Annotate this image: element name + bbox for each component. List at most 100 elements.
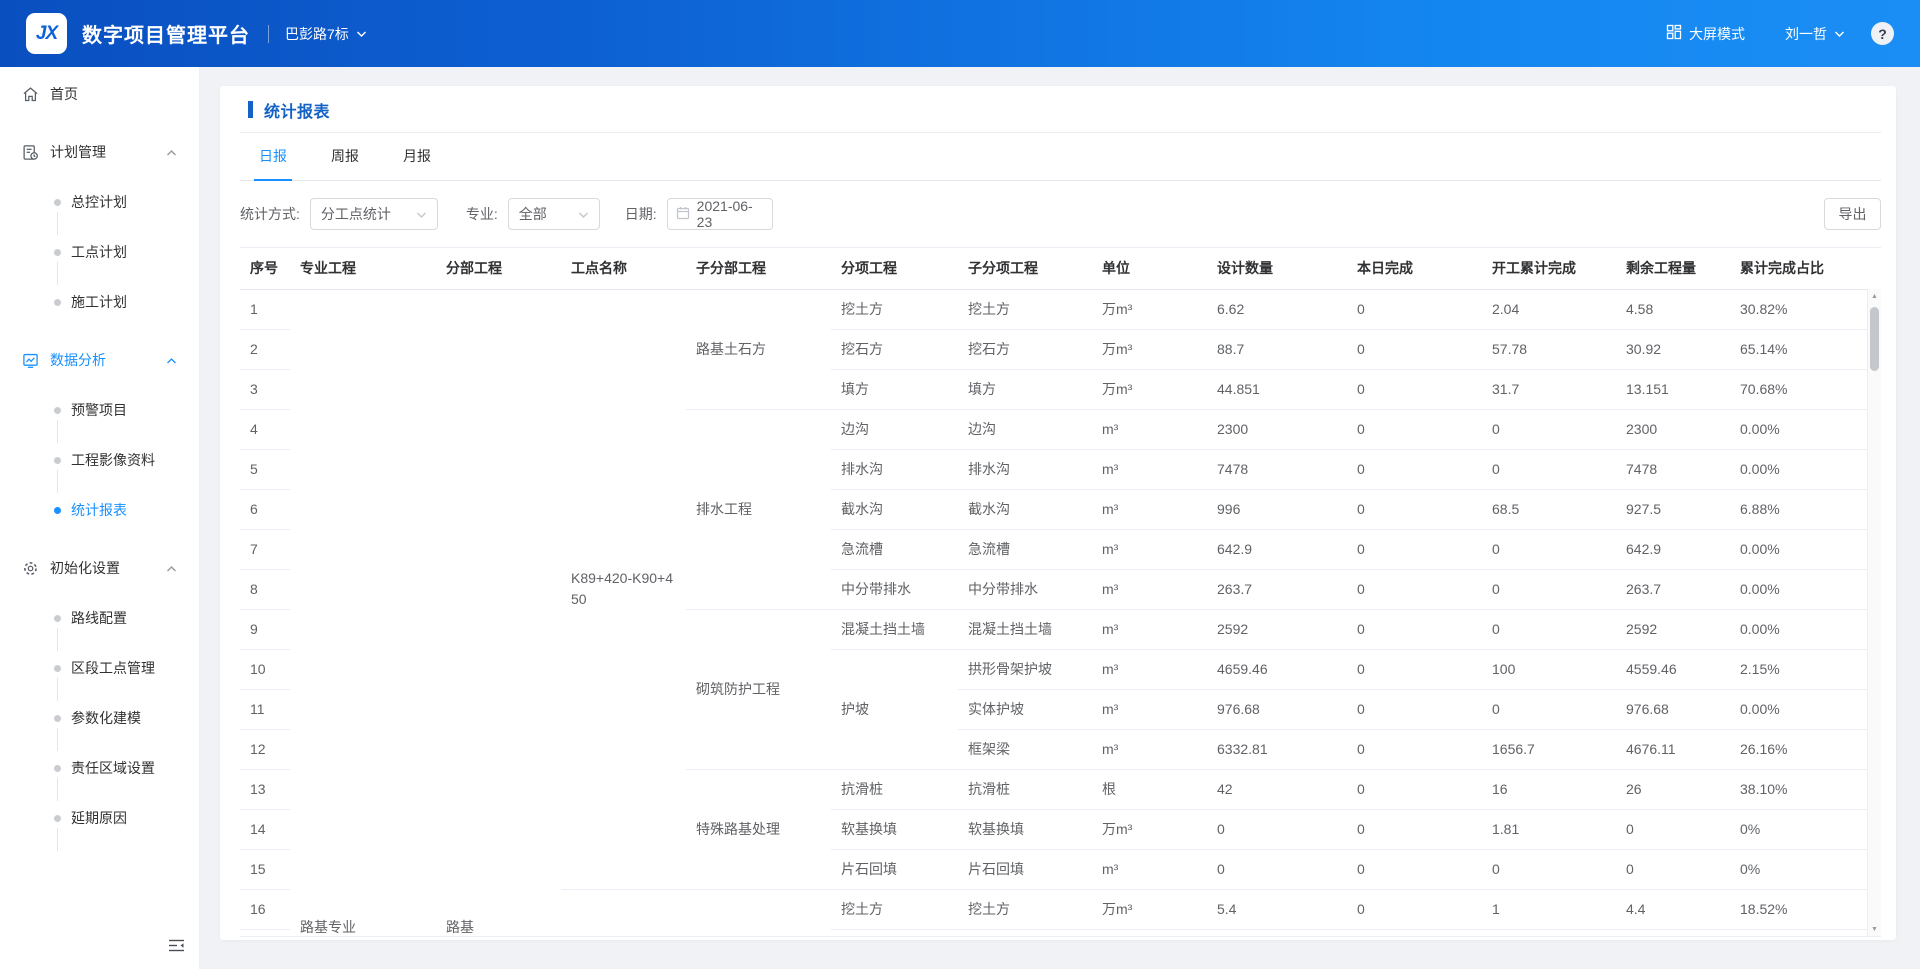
table-cell: 实体护坡: [958, 689, 1092, 729]
sidebar-subitem[interactable]: 预警项目: [0, 385, 199, 435]
sidebar-subitem[interactable]: 责任区域设置: [0, 743, 199, 793]
gear-icon: [22, 560, 39, 577]
table-cell: 5: [240, 449, 290, 489]
sidebar-collapse-button[interactable]: [168, 938, 185, 958]
table-cell: m³: [1092, 649, 1207, 689]
filter-bar: 统计方式: 分工点统计 专业: 全部 日期:: [240, 198, 1881, 230]
sidebar-item-plan[interactable]: 计划管理: [0, 127, 199, 177]
table-cell: 70.68%: [1730, 369, 1881, 409]
table-cell: 框架梁: [958, 729, 1092, 769]
tab-日报[interactable]: 日报: [254, 133, 292, 181]
sidebar-menu: 首页计划管理总控计划工点计划施工计划数据分析预警项目工程影像资料统计报表初始化设…: [0, 69, 199, 843]
stat-method-select[interactable]: 分工点统计: [310, 198, 438, 230]
table-cell: 2592: [1616, 609, 1730, 649]
table-cell: 2.04: [1482, 289, 1616, 329]
sidebar-item-init[interactable]: 初始化设置: [0, 543, 199, 593]
table-cell: 0: [1347, 769, 1482, 809]
column-header: 累计完成占比: [1730, 248, 1881, 289]
major-select[interactable]: 全部: [508, 198, 600, 230]
table-cell: 边沟: [831, 409, 958, 449]
sidebar-subitem[interactable]: 总控计划: [0, 177, 199, 227]
table-cell: 1: [1482, 889, 1616, 929]
table-cell: 4: [240, 409, 290, 449]
sidebar-subitem-label: 预警项目: [71, 400, 127, 420]
sidebar-item-analysis[interactable]: 数据分析: [0, 335, 199, 385]
table-cell: 挖土方: [958, 289, 1092, 329]
table-cell: 排水沟: [831, 449, 958, 489]
table-cell: m³: [1092, 569, 1207, 609]
table-cell: 976.68: [1207, 689, 1347, 729]
table-cell: 0: [1347, 329, 1482, 369]
table-cell: 0: [1347, 409, 1482, 449]
chevron-down-icon: [578, 206, 589, 222]
table-cell: 路基专业: [290, 289, 436, 937]
table-cell: 特殊路基处理: [686, 769, 831, 889]
table-cell: 填方: [958, 369, 1092, 409]
table-cell: 7478: [1207, 449, 1347, 489]
scroll-down-arrow-icon[interactable]: ▼: [1868, 922, 1881, 936]
table-header-row: 序号专业工程分部工程工点名称子分部工程分项工程子分项工程单位设计数量本日完成开工…: [240, 248, 1881, 289]
table-cell: m³: [1092, 849, 1207, 889]
table-cell: 8: [240, 569, 290, 609]
sidebar-subitem[interactable]: 区段工点管理: [0, 643, 199, 693]
table-cell: 3: [240, 369, 290, 409]
bullet-icon: [54, 507, 61, 514]
table-cell: 急流槽: [958, 529, 1092, 569]
sidebar-subitem-label: 延期原因: [71, 808, 127, 828]
major-value: 全部: [519, 204, 547, 224]
table-cell: 0: [1616, 809, 1730, 849]
table-cell: 4.58: [1616, 289, 1730, 329]
table-cell: [958, 929, 1092, 937]
table-cell: 18.52%: [1730, 889, 1881, 929]
table-cell: 0: [1347, 449, 1482, 489]
sidebar-subitem[interactable]: 路线配置: [0, 593, 199, 643]
big-screen-icon: [1666, 24, 1682, 43]
bullet-icon: [54, 815, 61, 822]
export-button[interactable]: 导出: [1824, 198, 1881, 230]
sidebar-subitem[interactable]: 延期原因: [0, 793, 199, 843]
main-layout: 首页计划管理总控计划工点计划施工计划数据分析预警项目工程影像资料统计报表初始化设…: [0, 67, 1920, 969]
table-cell: 截水沟: [958, 489, 1092, 529]
table-cell: 88.7: [1207, 329, 1347, 369]
report-panel: 统计报表 日报周报月报 统计方式: 分工点统计 专业: 全部: [220, 86, 1896, 940]
scroll-up-arrow-icon[interactable]: ▲: [1868, 289, 1881, 303]
table-cell: 0: [1207, 849, 1347, 889]
table-cell: [1092, 929, 1207, 937]
table-cell: 263.7: [1616, 569, 1730, 609]
sidebar-subitem[interactable]: 工点计划: [0, 227, 199, 277]
sidebar-subitem[interactable]: 施工计划: [0, 277, 199, 327]
table-cell: 混凝土挡土墙: [831, 609, 958, 649]
table-cell: 11: [240, 689, 290, 729]
sidebar-subitem-label: 路线配置: [71, 608, 127, 628]
big-screen-mode-button[interactable]: 大屏模式: [1666, 24, 1745, 44]
column-header: 专业工程: [290, 248, 436, 289]
table-cell: 0: [1347, 809, 1482, 849]
table-cell: 0: [1347, 689, 1482, 729]
table-cell: 挖石方: [958, 329, 1092, 369]
sidebar-item-home[interactable]: 首页: [0, 69, 199, 119]
table-cell: 0%: [1730, 809, 1881, 849]
user-menu[interactable]: 刘一哲: [1785, 24, 1845, 44]
tab-周报[interactable]: 周报: [326, 133, 364, 181]
sidebar-subitem[interactable]: 参数化建模: [0, 693, 199, 743]
sidebar-subitem[interactable]: 工程影像资料: [0, 435, 199, 485]
sidebar-item-label: 计划管理: [50, 142, 106, 162]
help-button[interactable]: ?: [1871, 22, 1894, 45]
project-selector[interactable]: 巴彭路7标: [285, 24, 367, 44]
table-cell: 软基换填: [958, 809, 1092, 849]
table-cell: 中分带排水: [958, 569, 1092, 609]
table-cell: 填方: [831, 369, 958, 409]
scrollbar-thumb[interactable]: [1870, 307, 1879, 371]
sidebar-subitem[interactable]: 统计报表: [0, 485, 199, 535]
table-cell: 4659.46: [1207, 649, 1347, 689]
column-header: 子分部工程: [686, 248, 831, 289]
tab-月报[interactable]: 月报: [398, 133, 436, 181]
table-cell: [1482, 929, 1616, 937]
table-cell: 642.9: [1207, 529, 1347, 569]
table-cell: 7478: [1616, 449, 1730, 489]
bullet-icon: [54, 407, 61, 414]
table-cell: 2.15%: [1730, 649, 1881, 689]
date-picker[interactable]: 2021-06-23: [667, 198, 773, 230]
column-header: 工点名称: [561, 248, 686, 289]
table-cell: 1656.7: [1482, 729, 1616, 769]
